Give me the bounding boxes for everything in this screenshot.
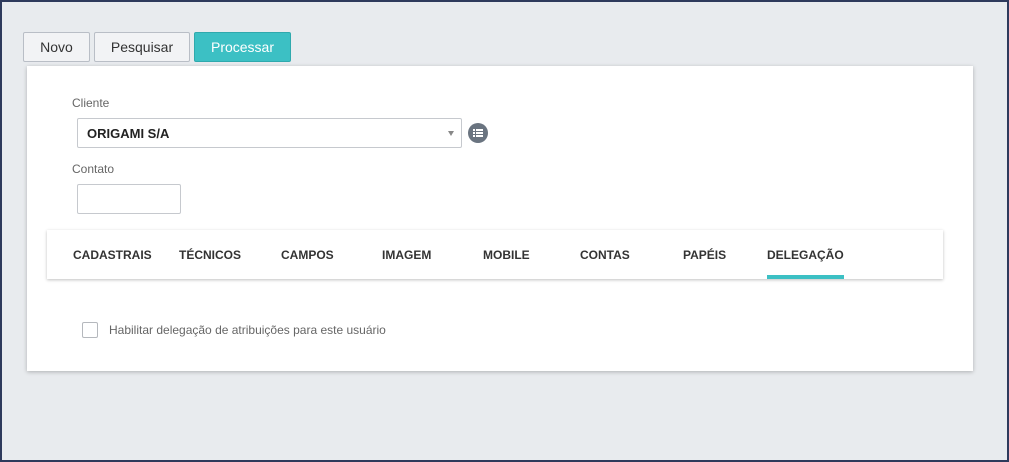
pesquisar-button[interactable]: Pesquisar bbox=[94, 32, 190, 62]
novo-button[interactable]: Novo bbox=[23, 32, 90, 62]
caret-down-icon bbox=[448, 131, 454, 136]
cliente-select[interactable]: ORIGAMI S/A bbox=[77, 118, 462, 148]
tab-contas[interactable]: CONTAS bbox=[580, 230, 630, 279]
list-icon bbox=[473, 129, 483, 137]
tab-cadastrais[interactable]: CADASTRAIS bbox=[73, 230, 152, 279]
contato-label: Contato bbox=[72, 162, 115, 176]
contato-input[interactable] bbox=[77, 184, 181, 214]
tab-delegacao[interactable]: DELEGAÇÃO bbox=[767, 230, 844, 279]
tab-bar: CADASTRAIS TÉCNICOS CAMPOS IMAGEM MOBILE… bbox=[47, 230, 943, 279]
cliente-list-button[interactable] bbox=[468, 123, 488, 143]
delegacao-checkbox-label: Habilitar delegação de atribuições para … bbox=[109, 323, 386, 337]
toolbar: Novo Pesquisar Processar bbox=[23, 32, 291, 62]
tab-papeis[interactable]: PAPÉIS bbox=[683, 230, 726, 279]
form-panel: Cliente ORIGAMI S/A Contato CADASTRAIS T… bbox=[27, 66, 973, 371]
delegacao-option: Habilitar delegação de atribuições para … bbox=[82, 322, 386, 338]
cliente-select-value: ORIGAMI S/A bbox=[87, 125, 170, 141]
tab-mobile[interactable]: MOBILE bbox=[483, 230, 530, 279]
delegacao-checkbox[interactable] bbox=[82, 322, 98, 338]
processar-button[interactable]: Processar bbox=[194, 32, 291, 62]
tab-tecnicos[interactable]: TÉCNICOS bbox=[179, 230, 241, 279]
tab-imagem[interactable]: IMAGEM bbox=[382, 230, 431, 279]
tab-campos[interactable]: CAMPOS bbox=[281, 230, 334, 279]
cliente-label: Cliente bbox=[72, 96, 110, 110]
